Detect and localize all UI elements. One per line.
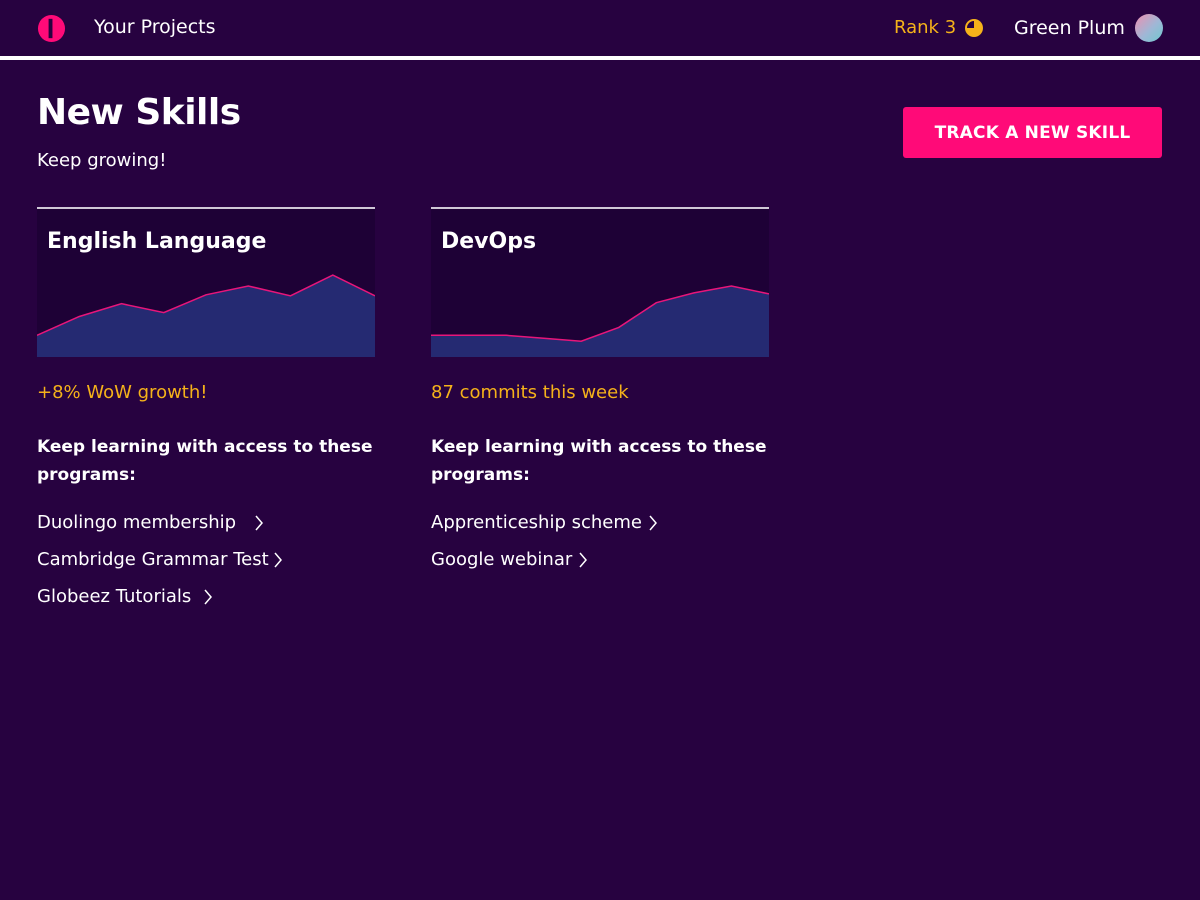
skill-chart[interactable]: English Language (37, 207, 375, 357)
chevron-right-icon (649, 515, 657, 530)
track-new-skill-button[interactable]: TRACK A NEW SKILL (903, 107, 1162, 158)
program-label: Globeez Tutorials (37, 586, 192, 607)
program-link-duolingo[interactable]: Duolingo membership (37, 504, 283, 541)
page-subtitle: Keep growing! (37, 150, 167, 171)
user-menu[interactable]: Green Plum (1014, 14, 1163, 42)
progress-pie-icon (965, 18, 984, 37)
skill-chart[interactable]: DevOps (431, 207, 769, 357)
programs-heading: Keep learning with access to these progr… (37, 437, 373, 485)
program-link-cambridge[interactable]: Cambridge Grammar Test (37, 541, 283, 578)
program-link-globeez[interactable]: Globeez Tutorials (37, 578, 283, 615)
user-name: Green Plum (1014, 17, 1125, 39)
program-link-google-webinar[interactable]: Google webinar (431, 541, 658, 578)
rank-label: Rank 3 (894, 17, 957, 38)
program-label: Google webinar (431, 549, 573, 570)
program-link-apprenticeship[interactable]: Apprenticeship scheme (431, 504, 658, 541)
nav-your-projects[interactable]: Your Projects (94, 16, 216, 38)
chevron-right-icon (255, 515, 264, 530)
skill-card-devops: DevOps 87 commits this week Keep learnin… (431, 207, 769, 570)
logo-icon[interactable] (37, 14, 66, 43)
program-list: Duolingo membership Cambridge Grammar Te… (37, 504, 283, 615)
programs-heading: Keep learning with access to these progr… (431, 437, 767, 485)
skill-title: DevOps (441, 229, 537, 254)
chevron-right-icon (579, 552, 588, 567)
skill-card-english: English Language +8% WoW growth! Keep le… (37, 207, 375, 607)
rank-indicator[interactable]: Rank 3 (894, 17, 984, 38)
program-label: Apprenticeship scheme (431, 512, 642, 533)
chart-area-fill (431, 286, 769, 357)
program-label: Cambridge Grammar Test (37, 549, 269, 570)
skill-stat: +8% WoW growth! (37, 382, 208, 403)
program-list: Apprenticeship scheme Google webinar (431, 504, 658, 578)
program-label: Duolingo membership (37, 512, 237, 533)
page-title: New Skills (37, 92, 241, 133)
avatar (1134, 14, 1163, 42)
header-divider (0, 56, 1200, 60)
chevron-right-icon (204, 589, 213, 604)
skill-stat: 87 commits this week (431, 382, 629, 403)
top-bar: Your Projects Rank 3 Green Plum (0, 0, 1200, 56)
chevron-right-icon (274, 552, 282, 567)
chart-area-fill (37, 275, 375, 357)
skill-title: English Language (47, 229, 267, 254)
